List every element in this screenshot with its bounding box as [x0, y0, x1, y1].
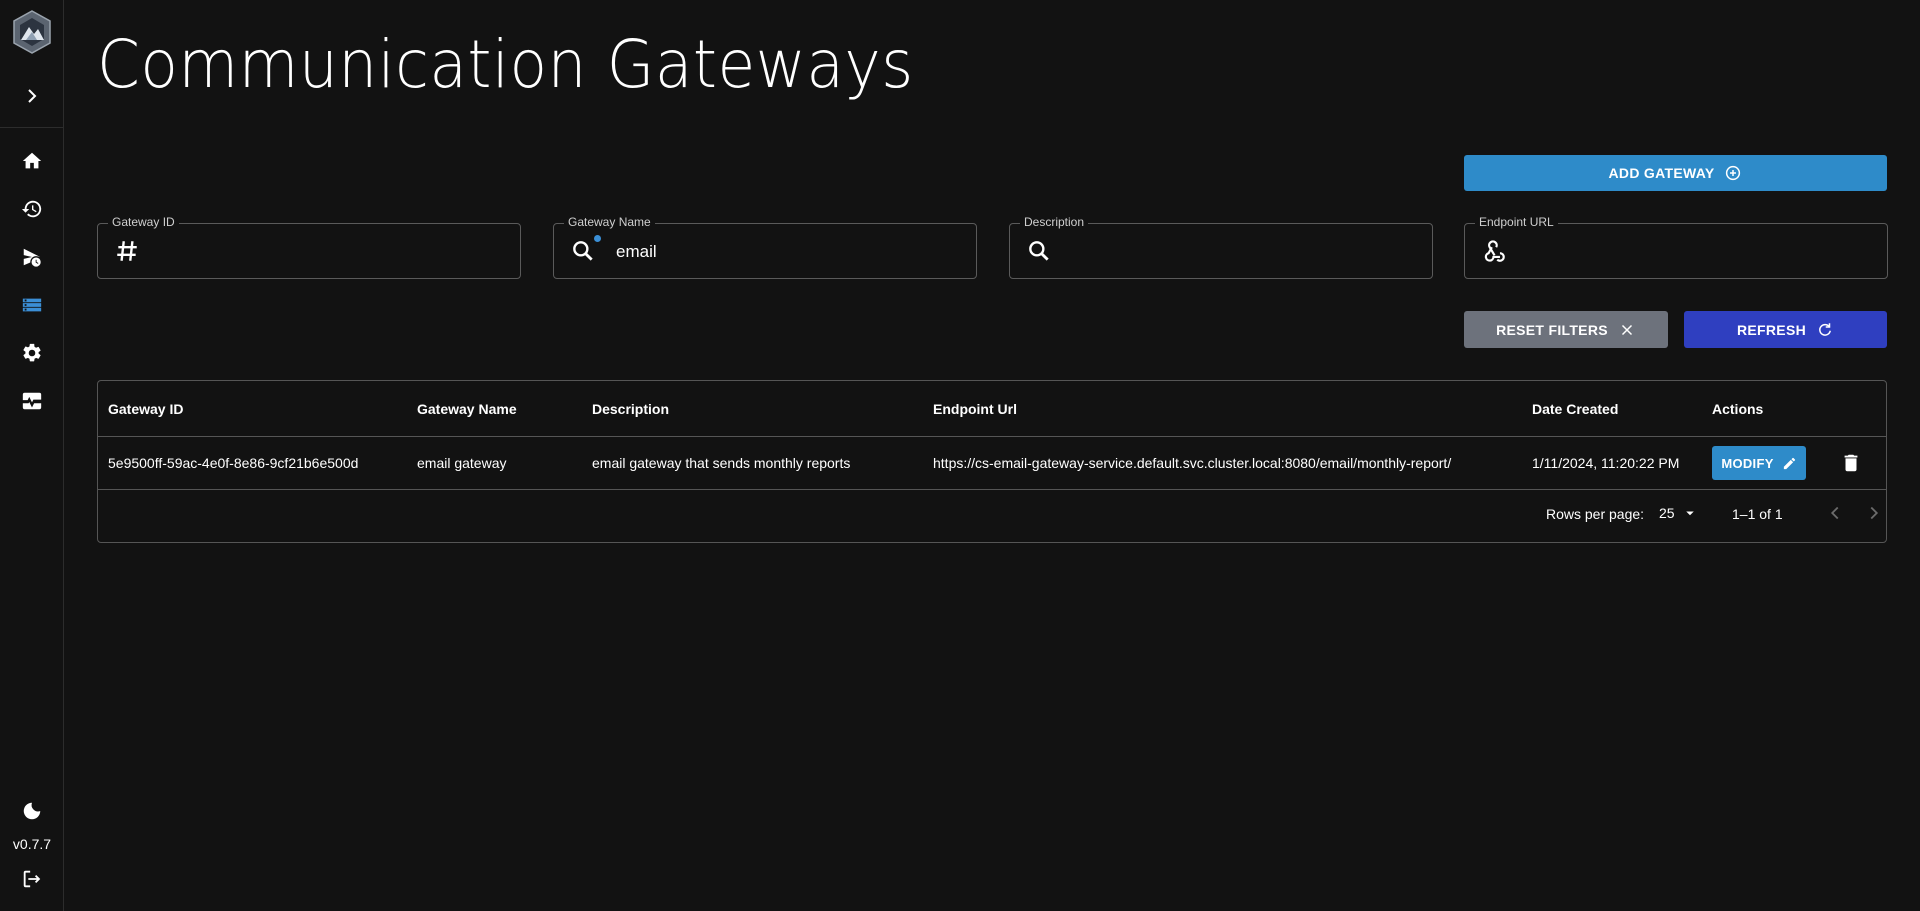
add-gateway-button[interactable]: ADD GATEWAY [1464, 155, 1887, 191]
refresh-label: REFRESH [1737, 321, 1806, 338]
gateway-name-input[interactable] [616, 242, 956, 262]
webhook-icon [1481, 238, 1507, 264]
row-divider [98, 489, 1886, 490]
gateway-name-filter-label: Gateway Name [564, 215, 655, 229]
chevron-left-icon [1830, 506, 1839, 520]
chevron-right-icon [1870, 506, 1879, 520]
logout-icon [23, 870, 41, 888]
header-divider [98, 436, 1886, 437]
previous-page-button[interactable] [1824, 502, 1846, 524]
rows-per-page-value: 25 [1659, 505, 1675, 521]
description-input[interactable] [1072, 242, 1412, 262]
hash-icon [114, 238, 140, 264]
cell-gateway-id: 5e9500ff-59ac-4e0f-8e86-9cf21b6e500d [108, 455, 359, 471]
nav-history[interactable] [18, 195, 46, 223]
cell-description: email gateway that sends monthly reports [592, 455, 851, 471]
dark-mode-moon-icon [23, 802, 41, 820]
column-header-endpoint-url[interactable]: Endpoint Url [933, 401, 1017, 417]
nav-gateways[interactable] [18, 291, 46, 319]
search-icon [570, 238, 596, 264]
sidebar-divider [0, 127, 63, 128]
add-gateway-label: ADD GATEWAY [1608, 165, 1715, 181]
column-header-actions: Actions [1712, 401, 1764, 417]
delete-button[interactable] [1840, 452, 1862, 474]
app-version: v0.7.7 [12, 836, 52, 852]
close-icon [1621, 324, 1632, 335]
edit-pencil-icon [1783, 457, 1795, 469]
endpoint-url-input[interactable] [1527, 242, 1867, 262]
logout-button[interactable] [18, 865, 46, 893]
add-circle-icon [1726, 165, 1741, 181]
endpoint-url-filter[interactable]: Endpoint URL [1464, 215, 1888, 279]
dropdown-arrow-icon [1685, 511, 1694, 516]
reset-filters-label: RESET FILTERS [1496, 321, 1608, 338]
gateways-list-icon [22, 298, 42, 312]
next-page-button[interactable] [1863, 502, 1885, 524]
theme-toggle[interactable] [18, 797, 46, 825]
search-icon [1026, 238, 1052, 264]
gateway-id-filter-label: Gateway ID [108, 215, 179, 229]
reset-filters-button[interactable]: RESET FILTERS [1464, 311, 1668, 348]
rows-per-page-select[interactable]: 25 [1659, 502, 1699, 524]
gateways-table: Gateway ID Gateway Name Description Endp… [97, 380, 1887, 543]
home-icon [22, 152, 42, 169]
description-filter-label: Description [1020, 215, 1089, 229]
description-filter[interactable]: Description [1009, 215, 1433, 279]
modify-label: MODIFY [1721, 455, 1774, 471]
gateway-name-filter[interactable]: Gateway Name [553, 215, 977, 279]
nav-home[interactable] [18, 147, 46, 175]
column-header-date-created[interactable]: Date Created [1532, 401, 1618, 417]
pagination-range: 1–1 of 1 [1732, 506, 1783, 522]
trash-icon [1844, 454, 1858, 472]
scheduled-send-icon [23, 248, 41, 267]
refresh-icon [1819, 322, 1831, 336]
cell-date-created: 1/11/2024, 11:20:22 PM [1532, 455, 1680, 471]
gateway-id-input[interactable] [160, 242, 500, 262]
endpoint-url-filter-label: Endpoint URL [1475, 215, 1558, 229]
column-header-description[interactable]: Description [592, 401, 669, 417]
column-header-gateway-id[interactable]: Gateway ID [108, 401, 183, 417]
cell-gateway-name: email gateway [417, 455, 507, 471]
active-filter-dot [594, 235, 601, 242]
page-title: Communication Gateways [97, 26, 914, 103]
monitor-heart-icon [22, 392, 42, 410]
modify-button[interactable]: MODIFY [1712, 446, 1806, 480]
settings-icon [23, 343, 41, 362]
history-icon [21, 200, 42, 218]
column-header-gateway-name[interactable]: Gateway Name [417, 401, 517, 417]
refresh-button[interactable]: REFRESH [1684, 311, 1887, 348]
sidebar: v0.7.7 [0, 0, 64, 911]
nav-settings[interactable] [18, 339, 46, 367]
expand-sidebar-icon[interactable] [20, 84, 44, 108]
app-logo[interactable] [12, 10, 52, 54]
gateway-id-filter[interactable]: Gateway ID [97, 215, 521, 279]
cell-endpoint-url: https://cs-email-gateway-service.default… [933, 455, 1452, 471]
nav-monitor[interactable] [18, 387, 46, 415]
rows-per-page-label: Rows per page: [1546, 506, 1645, 522]
nav-scheduled[interactable] [18, 243, 46, 271]
